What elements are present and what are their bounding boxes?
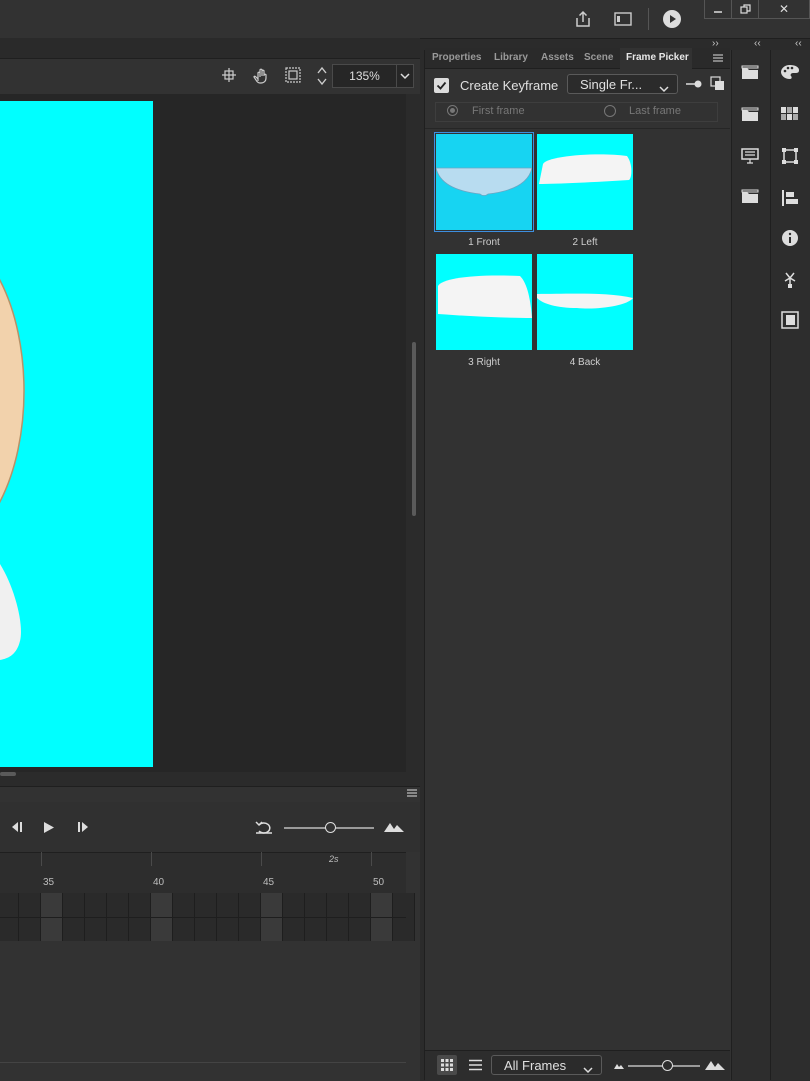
- tab-frame-picker[interactable]: Frame Picker: [626, 52, 689, 63]
- timeline-menu-icon[interactable]: [404, 787, 420, 799]
- frame-label: 4 Back: [569, 357, 601, 368]
- share-icon[interactable]: [572, 8, 594, 30]
- frame-thumbnail[interactable]: [435, 134, 533, 230]
- code-snippets-icon[interactable]: [779, 268, 801, 292]
- frames-filter-value: All Frames: [504, 1058, 567, 1073]
- library-folder-icon[interactable]: [739, 102, 761, 126]
- chevron-down-icon: [583, 1061, 593, 1079]
- step-back-icon[interactable]: [8, 818, 26, 836]
- components-icon[interactable]: [779, 308, 801, 332]
- info-icon[interactable]: [779, 226, 801, 250]
- tab-assets[interactable]: Assets: [541, 52, 574, 63]
- panel-menu-icon[interactable]: [710, 52, 726, 64]
- stage-toolbar-top-strip: [0, 38, 420, 59]
- step-forward-icon[interactable]: [74, 818, 92, 836]
- close-button[interactable]: ✕: [758, 0, 810, 19]
- time-marker-label: 2s: [329, 854, 339, 864]
- dock-collapse-button[interactable]: ‹‹: [754, 38, 761, 49]
- stage-horizontal-scrollbar[interactable]: [0, 772, 16, 776]
- timeline-track-divider: [0, 917, 406, 918]
- frame-thumbnail[interactable]: [537, 134, 633, 230]
- timeline-zoom-slider-handle[interactable]: [325, 822, 336, 833]
- clip-content-icon[interactable]: [284, 66, 302, 84]
- library-folder-icon[interactable]: [739, 184, 761, 208]
- first-frame-radio[interactable]: [447, 105, 458, 116]
- grid-view-icon[interactable]: [437, 1055, 457, 1075]
- swatches-icon[interactable]: [779, 102, 801, 126]
- character-artwork: [0, 278, 25, 660]
- front-shape: [435, 167, 533, 196]
- tick: [261, 852, 262, 866]
- toolbar-divider: [648, 8, 649, 30]
- zoom-stepper-icon[interactable]: [314, 64, 330, 88]
- frame-number: 40: [153, 877, 165, 888]
- mountain-large-icon[interactable]: [704, 1057, 726, 1073]
- tick: [371, 852, 372, 866]
- left-shape: [539, 154, 632, 184]
- frame-thumbnail[interactable]: [537, 254, 633, 350]
- stage-vertical-scrollbar[interactable]: [412, 342, 416, 516]
- tab-library[interactable]: Library: [494, 52, 528, 63]
- stage-canvas[interactable]: [0, 101, 153, 767]
- timeline-bottom-divider: [0, 1062, 406, 1063]
- frame-number: 45: [263, 877, 275, 888]
- thumb-size-slider-handle[interactable]: [662, 1060, 673, 1071]
- mountain-large-icon[interactable]: [383, 819, 405, 835]
- frame-label: 3 Right: [468, 357, 500, 368]
- dock-collapse-button[interactable]: ‹‹: [795, 38, 802, 49]
- tick: [41, 852, 42, 866]
- back-shape: [537, 293, 633, 309]
- create-keyframe-label: Create Keyframe: [460, 78, 559, 93]
- loop-icon[interactable]: [254, 818, 274, 836]
- frame-number: 35: [43, 877, 55, 888]
- presentation-icon[interactable]: [739, 144, 761, 168]
- last-frame-label: Last frame: [629, 105, 681, 117]
- timeline-ruler: [0, 852, 406, 894]
- mountain-small-icon[interactable]: [612, 1060, 626, 1072]
- frames-filter-select[interactable]: All Frames: [491, 1055, 602, 1075]
- transform-icon[interactable]: [779, 144, 801, 168]
- timeline-play-icon[interactable]: [40, 818, 58, 836]
- first-frame-label: First frame: [472, 105, 525, 117]
- first-frame-radio-dot: [450, 108, 455, 113]
- mode-select[interactable]: Single Fr...: [567, 74, 678, 94]
- title-bar: [0, 0, 810, 39]
- align-icon[interactable]: [779, 186, 801, 210]
- frame-thumbnail[interactable]: [436, 254, 532, 350]
- play-icon[interactable]: [660, 7, 684, 31]
- last-frame-radio[interactable]: [604, 105, 616, 117]
- minimize-button[interactable]: [704, 0, 732, 19]
- tick: [151, 852, 152, 866]
- frame-number: 50: [373, 877, 385, 888]
- color-palette-icon[interactable]: [779, 60, 801, 84]
- zoom-input[interactable]: 135%: [332, 64, 397, 88]
- list-view-icon[interactable]: [465, 1055, 485, 1075]
- mode-select-value: Single Fr...: [580, 77, 643, 92]
- library-folder-icon[interactable]: [739, 60, 761, 84]
- workspace-icon[interactable]: [612, 8, 634, 30]
- tab-properties[interactable]: Properties: [432, 52, 481, 63]
- right-shape: [438, 275, 532, 318]
- chevron-down-icon: [659, 80, 669, 98]
- center-stage-icon[interactable]: [220, 66, 238, 84]
- link-keyframe-icon[interactable]: [684, 76, 704, 92]
- frame-label: 1 Front: [468, 237, 500, 248]
- copy-frames-icon[interactable]: [708, 74, 726, 92]
- tab-scene[interactable]: Scene: [584, 52, 613, 63]
- restore-button[interactable]: [731, 0, 759, 19]
- zoom-dropdown-button[interactable]: [396, 64, 414, 88]
- panel-divider: [425, 128, 730, 129]
- create-keyframe-checkbox[interactable]: [434, 78, 449, 93]
- frame-label: 2 Left: [572, 237, 598, 248]
- rotate-stage-icon[interactable]: [251, 65, 271, 85]
